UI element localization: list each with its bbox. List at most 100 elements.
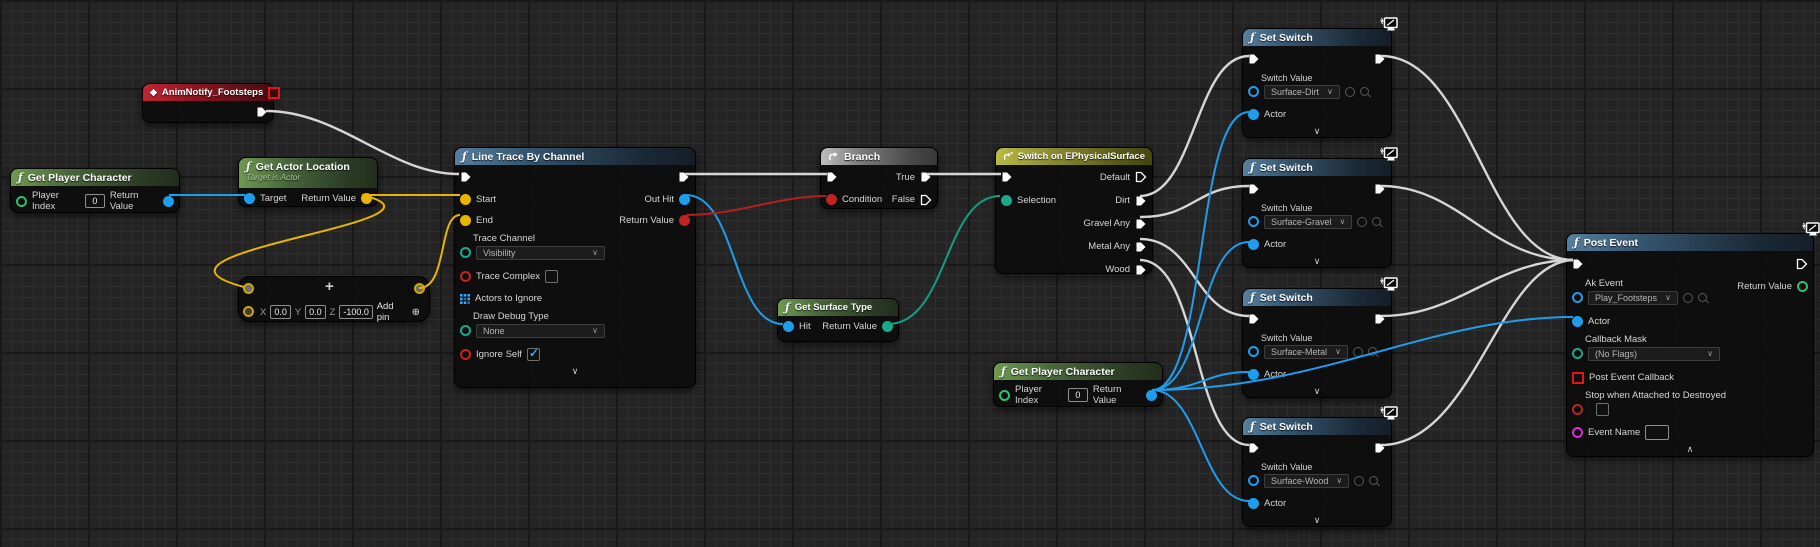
player-index-pin[interactable] — [999, 390, 1010, 401]
node-get-surface-type[interactable]: ƒ Get Surface Type Hit Return Value — [777, 298, 899, 342]
collapse-advanced-chevron-icon[interactable]: ∧ — [1567, 443, 1813, 455]
switch-value-pin[interactable] — [1248, 475, 1259, 486]
ignore-self-pin[interactable] — [460, 349, 471, 360]
actor-pin[interactable] — [1248, 239, 1259, 250]
switch-value-pin[interactable] — [1248, 86, 1259, 97]
exec-out-pin[interactable] — [256, 106, 268, 118]
return-value-pin[interactable] — [163, 196, 174, 207]
node-get-actor-location[interactable]: ƒ Get Actor Location Target is Actor Tar… — [238, 157, 378, 207]
exec-in-pin[interactable] — [1248, 183, 1260, 195]
return-value-pin[interactable] — [1146, 390, 1157, 401]
x-input[interactable]: 0.0 — [270, 305, 290, 319]
use-selected-icon[interactable] — [1353, 347, 1363, 357]
exec-in-pin[interactable] — [1248, 442, 1260, 454]
node-post-event[interactable]: ƒ Post Event Ak Event Play_Footsteps∨ — [1566, 233, 1814, 457]
stop-when-attached-checkbox[interactable] — [1596, 403, 1609, 416]
add-output-pin[interactable] — [414, 283, 425, 294]
expand-advanced-chevron-icon[interactable]: ∨ — [1243, 514, 1391, 526]
blueprint-graph-canvas[interactable]: ◆ AnimNotify_Footsteps ƒ Get Player Char… — [0, 0, 1820, 547]
condition-pin[interactable] — [826, 194, 837, 205]
trace-complex-pin[interactable] — [460, 271, 471, 282]
switch-value-dropdown[interactable]: Surface-Wood∨ — [1264, 474, 1349, 488]
exec-out-pin[interactable] — [1374, 53, 1386, 65]
node-set-switch-gravel[interactable]: ƒ Set Switch Switch Value Surface-Gravel… — [1242, 158, 1392, 268]
callback-mask-pin[interactable] — [1572, 348, 1583, 359]
trace-channel-dropdown[interactable]: Visibility∨ — [476, 246, 605, 260]
post-event-callback-delegate-pin[interactable] — [1572, 372, 1584, 384]
target-pin[interactable] — [244, 193, 255, 204]
y-input[interactable]: 0.0 — [305, 305, 325, 319]
exec-out-pin[interactable] — [1374, 313, 1386, 325]
actor-pin[interactable] — [1248, 369, 1259, 380]
selection-pin[interactable] — [1001, 195, 1012, 206]
switch-value-pin[interactable] — [1248, 216, 1259, 227]
switch-value-dropdown[interactable]: Surface-Metal∨ — [1264, 345, 1348, 359]
return-value-pin[interactable] — [679, 215, 690, 226]
default-exec-pin[interactable] — [1135, 171, 1147, 183]
add-input-a-pin[interactable] — [243, 283, 254, 294]
switch-value-pin[interactable] — [1248, 346, 1259, 357]
add-pin-button[interactable]: ⊕ — [412, 307, 420, 318]
node-set-switch-wood[interactable]: ƒ Set Switch Switch Value Surface-Wood∨ … — [1242, 417, 1392, 527]
actor-pin[interactable] — [1248, 109, 1259, 120]
node-branch[interactable]: Branch True Condition False — [820, 147, 938, 209]
node-set-switch-metal[interactable]: ƒ Set Switch Switch Value Surface-Metal∨… — [1242, 288, 1392, 398]
use-selected-icon[interactable] — [1345, 87, 1355, 97]
return-value-pin[interactable] — [882, 321, 893, 332]
exec-in-pin[interactable] — [826, 171, 838, 183]
browse-icon[interactable] — [1368, 347, 1377, 356]
z-input[interactable]: -100.0 — [339, 305, 372, 319]
browse-icon[interactable] — [1698, 293, 1707, 302]
ak-event-dropdown[interactable]: Play_Footsteps∨ — [1588, 291, 1678, 305]
draw-debug-type-pin[interactable] — [460, 325, 471, 336]
node-get-player-character-1[interactable]: ƒ Get Player Character Player Index 0 Re… — [10, 168, 180, 213]
use-selected-icon[interactable] — [1683, 293, 1693, 303]
wood-exec-pin[interactable] — [1135, 264, 1147, 276]
callback-mask-dropdown[interactable]: (No Flags)∨ — [1588, 347, 1720, 361]
ignore-self-checkbox[interactable] — [527, 348, 540, 361]
return-value-pin[interactable] — [361, 193, 372, 204]
hit-pin[interactable] — [783, 321, 794, 332]
exec-out-pin[interactable] — [1796, 258, 1808, 270]
start-pin[interactable] — [460, 194, 471, 205]
use-selected-icon[interactable] — [1357, 217, 1367, 227]
metal-any-exec-pin[interactable] — [1135, 241, 1147, 253]
ak-event-pin[interactable] — [1572, 292, 1583, 303]
trace-channel-pin[interactable] — [460, 247, 471, 258]
switch-value-dropdown[interactable]: Surface-Gravel∨ — [1264, 215, 1352, 229]
exec-out-pin[interactable] — [1374, 442, 1386, 454]
dirt-exec-pin[interactable] — [1135, 195, 1147, 207]
add-input-b-pin[interactable] — [243, 306, 254, 317]
gravel-any-exec-pin[interactable] — [1135, 218, 1147, 230]
return-value-pin[interactable] — [1797, 281, 1808, 292]
false-exec-pin[interactable] — [920, 194, 932, 206]
node-add-vector[interactable]: + X 0.0 Y 0.0 Z -100.0 Add pin ⊕ — [238, 276, 430, 322]
expand-advanced-chevron-icon[interactable]: ∨ — [1243, 125, 1391, 137]
draw-debug-type-dropdown[interactable]: None∨ — [476, 324, 605, 338]
node-line-trace-by-channel[interactable]: ƒ Line Trace By Channel Start Out Hit En… — [454, 147, 696, 388]
out-hit-pin[interactable] — [679, 194, 690, 205]
actors-to-ignore-array-pin[interactable] — [460, 294, 470, 304]
actor-pin[interactable] — [1572, 316, 1583, 327]
node-animnotify-footsteps[interactable]: ◆ AnimNotify_Footsteps — [142, 83, 274, 123]
expand-advanced-chevron-icon[interactable]: ∨ — [1243, 385, 1391, 397]
node-switch-ephysicalsurface[interactable]: Switch on EPhysicalSurface Default Selec… — [995, 147, 1153, 274]
browse-icon[interactable] — [1369, 476, 1378, 485]
use-selected-icon[interactable] — [1354, 476, 1364, 486]
switch-value-dropdown[interactable]: Surface-Dirt∨ — [1264, 85, 1340, 99]
delegate-square-pin[interactable] — [268, 87, 280, 99]
player-index-input[interactable]: 0 — [1068, 388, 1088, 402]
exec-in-pin[interactable] — [1248, 313, 1260, 325]
exec-in-pin[interactable] — [1001, 171, 1013, 183]
event-name-pin[interactable] — [1572, 427, 1583, 438]
actor-pin[interactable] — [1248, 498, 1259, 509]
browse-icon[interactable] — [1360, 87, 1369, 96]
trace-complex-checkbox[interactable] — [545, 270, 558, 283]
exec-in-pin[interactable] — [1248, 53, 1260, 65]
node-get-player-character-2[interactable]: ƒ Get Player Character Player Index 0 Re… — [993, 362, 1163, 407]
browse-icon[interactable] — [1372, 217, 1381, 226]
expand-advanced-chevron-icon[interactable]: ∨ — [455, 365, 695, 377]
exec-in-pin[interactable] — [460, 171, 472, 183]
stop-when-attached-pin[interactable] — [1572, 404, 1583, 415]
end-pin[interactable] — [460, 215, 471, 226]
